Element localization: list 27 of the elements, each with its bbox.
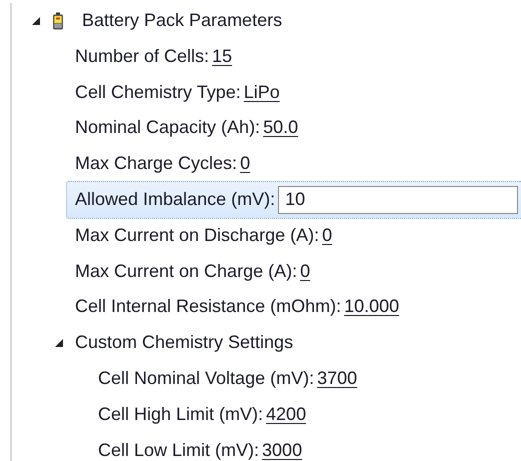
field-label: Nominal Capacity (Ah): [75, 118, 260, 138]
value-link[interactable]: 4200 [266, 404, 306, 425]
value-link[interactable]: 3000 [262, 440, 302, 460]
value-link[interactable]: 50.0 [263, 118, 298, 138]
field-label: Cell Low Limit (mV): [98, 440, 260, 460]
value-link[interactable]: 0 [322, 226, 332, 246]
value-link[interactable]: 0 [240, 154, 250, 174]
value-link[interactable]: 10.000 [344, 297, 400, 318]
field-label: Cell Nominal Voltage (mV): [98, 368, 314, 389]
field-label: Max Current on Charge (A): [75, 262, 298, 282]
field-label: Cell High Limit (mV): [98, 404, 264, 425]
group-label: Battery Pack Parameters [82, 11, 282, 31]
field-label: Cell Chemistry Type: [75, 82, 241, 102]
value-input[interactable]: 10 [278, 186, 518, 214]
expand-toggle[interactable] [32, 16, 40, 25]
expand-toggle[interactable] [55, 339, 63, 348]
value-link[interactable]: 3700 [317, 368, 358, 389]
field-label: Cell Internal Resistance (mOhm): [75, 297, 342, 318]
group-label: Custom Chemistry Settings [75, 333, 294, 353]
value-link[interactable]: 15 [212, 46, 232, 67]
field-label: Allowed Imbalance (mV): [75, 190, 276, 210]
field-label: Max Charge Cycles: [75, 154, 238, 174]
battery-icon [52, 12, 64, 30]
field-label: Number of Cells: [75, 46, 210, 67]
value-link[interactable]: 0 [300, 262, 310, 282]
field-label: Max Current on Discharge (A): [75, 226, 320, 246]
value-link[interactable]: LiPo [244, 82, 280, 102]
